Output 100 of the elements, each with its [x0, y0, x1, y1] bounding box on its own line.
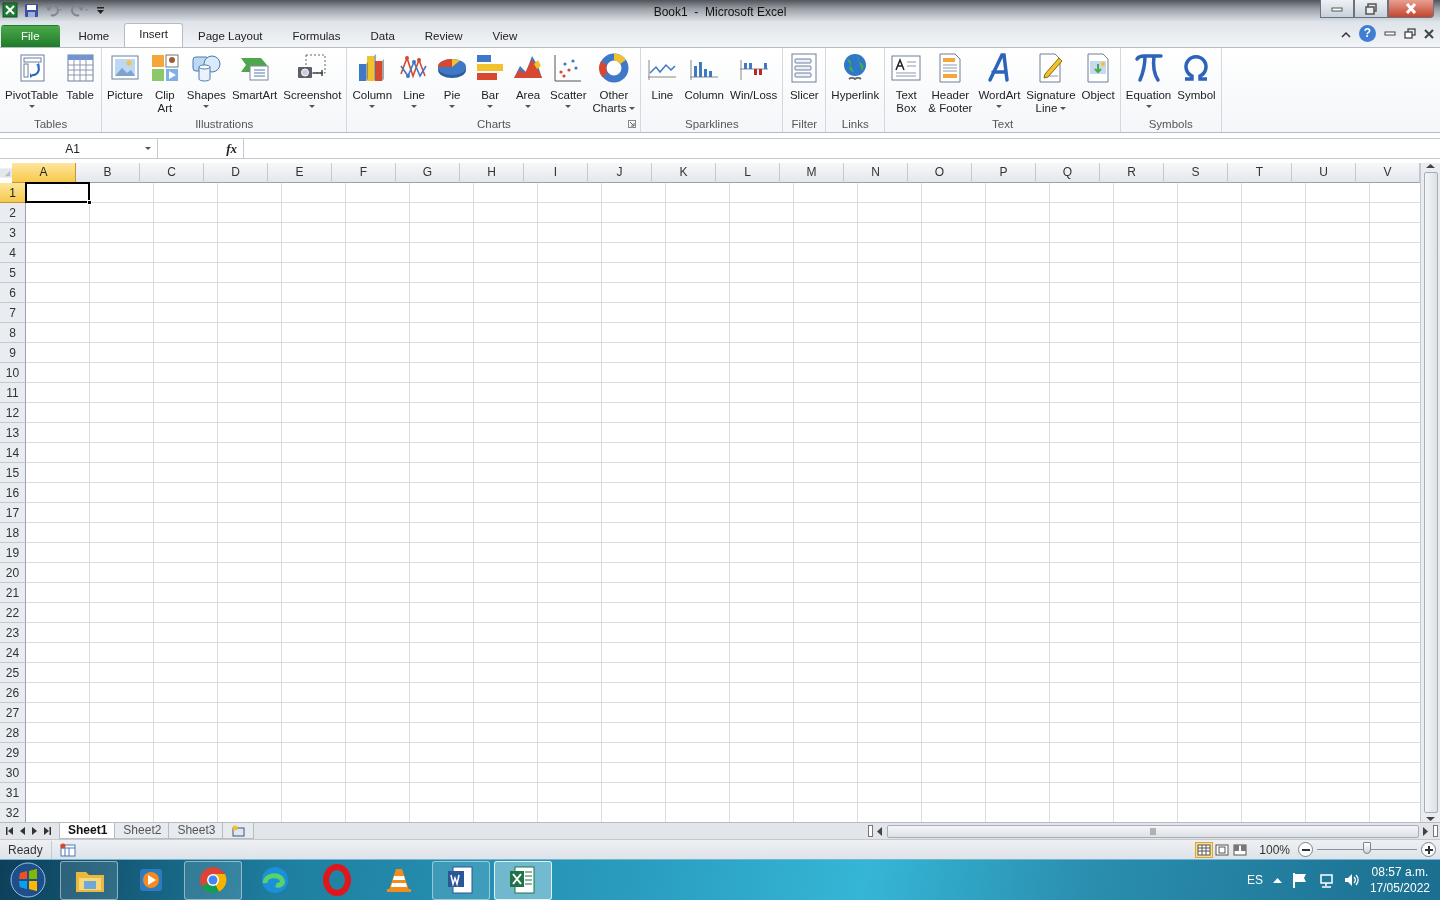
restore-icon[interactable]	[1404, 27, 1416, 40]
ribbon-button[interactable]: Win/Loss	[727, 52, 781, 118]
grid-column-heading[interactable]: T	[1228, 163, 1292, 183]
grid-row-heading[interactable]: 18	[0, 523, 26, 543]
flag-icon[interactable]	[1291, 872, 1308, 888]
ribbon-button[interactable]: Area	[509, 52, 548, 118]
ribbon-tab[interactable]: Insert	[124, 23, 183, 47]
network-icon[interactable]	[1317, 872, 1334, 888]
sheet-tab[interactable]: Sheet2	[114, 823, 171, 839]
grid-column-heading[interactable]: J	[588, 163, 652, 183]
grid-column-heading[interactable]: R	[1100, 163, 1164, 183]
grid-column-heading[interactable]: E	[268, 163, 332, 183]
grid-row-heading[interactable]: 7	[0, 303, 26, 323]
volume-icon[interactable]	[1343, 872, 1360, 888]
ribbon-button[interactable]: Other Charts	[589, 52, 639, 118]
grid-row-heading[interactable]: 26	[0, 683, 26, 703]
clock-date[interactable]: 17/05/2022	[1369, 880, 1430, 896]
grid-row-heading[interactable]: 20	[0, 563, 26, 583]
grid-column-heading[interactable]: I	[524, 163, 588, 183]
collapse-icon[interactable]	[1341, 29, 1351, 38]
restore-button[interactable]	[1354, 0, 1388, 18]
ribbon-tab[interactable]: File	[1, 25, 60, 47]
grid-column-heading[interactable]: N	[844, 163, 908, 183]
up-arrow-icon[interactable]	[1426, 163, 1435, 169]
vertical-scrollbar[interactable]	[1420, 163, 1440, 822]
redo-icon[interactable]	[71, 3, 91, 17]
grid-row-heading[interactable]: 15	[0, 463, 26, 483]
down-arrow-icon[interactable]	[1426, 816, 1435, 822]
ribbon-tab[interactable]: Page Layout	[183, 25, 278, 47]
right-arrow-icon[interactable]	[1423, 826, 1429, 836]
previous-sheet-icon[interactable]	[20, 827, 25, 835]
last-sheet-icon[interactable]	[44, 827, 51, 835]
show-hidden-icon[interactable]	[1272, 877, 1282, 883]
ribbon-button[interactable]: Line	[395, 52, 434, 118]
left-arrow-icon[interactable]	[877, 826, 883, 836]
view-button[interactable]	[1231, 841, 1250, 858]
ribbon-button[interactable]: Signature Line	[1023, 52, 1079, 118]
ribbon-button[interactable]: Column	[681, 52, 728, 118]
save-icon[interactable]	[24, 2, 39, 18]
ribbon-button[interactable]: Scatter	[547, 52, 590, 118]
grid-row-heading[interactable]: 25	[0, 663, 26, 683]
grid-row-heading[interactable]: 32	[0, 803, 26, 822]
ribbon-button[interactable]: Line	[643, 52, 682, 118]
grid-row-heading[interactable]: 31	[0, 783, 26, 803]
horizontal-scrollbar[interactable]	[887, 824, 1419, 838]
grid-row-heading[interactable]: 10	[0, 363, 26, 383]
grid-row-heading[interactable]: 24	[0, 643, 26, 663]
grid-row-heading[interactable]: 19	[0, 543, 26, 563]
view-button[interactable]	[1213, 841, 1232, 858]
grid-row-heading[interactable]: 8	[0, 323, 26, 343]
ribbon-tab[interactable]: Formulas	[277, 25, 356, 47]
close-button[interactable]	[1388, 0, 1434, 18]
grid-column-heading[interactable]: O	[908, 163, 972, 183]
grid-column-heading[interactable]: V	[1356, 163, 1420, 183]
ribbon-button[interactable]: Pie	[433, 52, 472, 118]
minimize-button[interactable]	[1320, 0, 1354, 18]
grid-row-heading[interactable]: 4	[0, 243, 26, 263]
first-sheet-icon[interactable]	[6, 827, 13, 835]
grid-column-heading[interactable]: H	[460, 163, 524, 183]
zoom-level[interactable]: 100%	[1249, 840, 1298, 859]
grid-column-heading[interactable]: B	[76, 163, 140, 183]
selected-cell[interactable]	[25, 182, 90, 203]
zoom-out-button[interactable]	[1298, 842, 1313, 857]
next-sheet-icon[interactable]	[32, 827, 37, 835]
ribbon-button[interactable]: Shapes	[183, 52, 229, 118]
taskbar-button[interactable]	[494, 860, 552, 900]
grid-row-heading[interactable]: 17	[0, 503, 26, 523]
grid-column-heading[interactable]: Q	[1036, 163, 1100, 183]
minimize-icon[interactable]	[1384, 30, 1396, 37]
ribbon-button[interactable]: Symbol	[1174, 52, 1219, 118]
sheet-tab[interactable]: Sheet1	[59, 823, 117, 839]
split-handle-icon[interactable]	[868, 825, 873, 837]
taskbar-button[interactable]	[184, 860, 242, 900]
ribbon-button[interactable]: WordArt	[975, 52, 1024, 118]
ribbon-tab[interactable]: Review	[409, 25, 478, 47]
dialog-launcher-icon[interactable]	[628, 120, 637, 128]
ribbon-button[interactable]: Hyperlink	[828, 52, 883, 118]
clock-time[interactable]: 08:57 a.m.	[1369, 864, 1430, 880]
split-handle-icon[interactable]	[1433, 825, 1438, 837]
ribbon-button[interactable]: Text Box	[887, 52, 926, 118]
ribbon-tab[interactable]: Data	[355, 25, 410, 47]
grid-row-heading[interactable]: 1	[0, 183, 26, 203]
grid-column-heading[interactable]: P	[972, 163, 1036, 183]
grid-row-heading[interactable]: 5	[0, 263, 26, 283]
ribbon-button[interactable]: Header & Footer	[925, 52, 976, 118]
ribbon-button[interactable]: Picture	[104, 52, 146, 118]
grid-row-heading[interactable]: 23	[0, 623, 26, 643]
help-icon[interactable]: ?	[1359, 25, 1376, 42]
ribbon-button[interactable]: Column	[349, 52, 396, 118]
grid-row-heading[interactable]: 12	[0, 403, 26, 423]
ribbon-button[interactable]: Object	[1078, 52, 1118, 118]
grid-column-heading[interactable]: K	[652, 163, 716, 183]
name-box[interactable]: A1	[0, 139, 158, 158]
ribbon-button[interactable]: Screenshot	[280, 52, 345, 118]
grid-column-heading[interactable]: C	[140, 163, 204, 183]
ribbon-button[interactable]: Slicer	[785, 52, 824, 118]
grid-column-heading[interactable]: F	[332, 163, 396, 183]
grid-column-heading[interactable]: S	[1164, 163, 1228, 183]
undo-icon[interactable]	[45, 3, 65, 17]
grid-column-heading[interactable]: U	[1292, 163, 1356, 183]
